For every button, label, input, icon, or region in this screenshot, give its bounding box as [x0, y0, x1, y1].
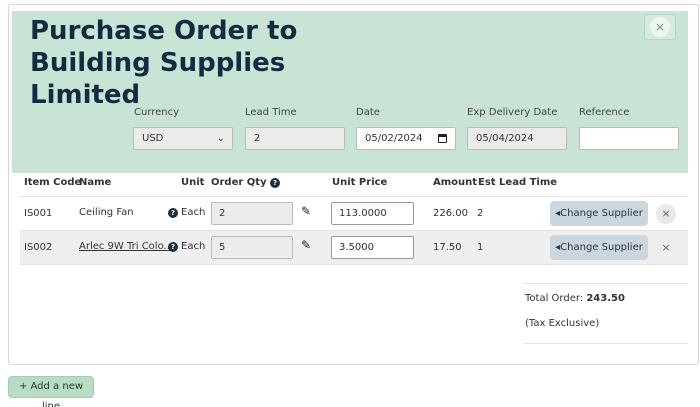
- item-unit: Each: [181, 241, 206, 252]
- item-amount: 17.50: [433, 242, 462, 253]
- reference-field[interactable]: [579, 127, 679, 150]
- currency-select[interactable]: USD ⌄: [133, 127, 233, 150]
- lead-time-label: Lead Time: [245, 107, 297, 118]
- help-icon[interactable]: ?: [168, 242, 178, 252]
- lead-time-field[interactable]: 2: [245, 127, 345, 150]
- close-button[interactable]: ×: [644, 14, 676, 40]
- col-amount: Amount: [433, 177, 478, 188]
- total-order-label: Total Order:: [525, 293, 584, 304]
- add-line-button[interactable]: + Add a new line: [8, 376, 94, 407]
- pencil-icon[interactable]: ✎: [301, 238, 311, 252]
- item-name: Ceiling Fan: [79, 207, 134, 218]
- total-order-value: 243.50: [586, 293, 625, 304]
- col-item-code: Item Code: [24, 177, 82, 188]
- currency-label: Currency: [134, 107, 180, 118]
- col-order-qty: Order Qty ?: [211, 177, 281, 188]
- item-unit: Each: [181, 207, 206, 218]
- table-row: IS001 Ceiling Fan ? Each 2 ✎ 113.0000 22…: [20, 197, 688, 230]
- col-order-qty-label: Order Qty: [211, 177, 267, 188]
- row-divider: [20, 264, 688, 265]
- order-qty-input[interactable]: 2: [211, 202, 293, 225]
- chevron-down-icon: ⌄: [216, 133, 225, 144]
- unit-price-input[interactable]: 113.0000: [331, 202, 414, 225]
- item-code: IS002: [24, 242, 53, 253]
- pencil-icon[interactable]: ✎: [301, 204, 311, 218]
- col-unit: Unit: [181, 177, 205, 188]
- table-row: IS002 Arlec 9W Tri Colo... ? Each 5 ✎ 3.…: [20, 231, 688, 264]
- date-value: 05/02/2024: [365, 133, 423, 144]
- item-name-link[interactable]: Arlec 9W Tri Colo...: [79, 241, 173, 252]
- totals-divider: [524, 343, 688, 344]
- reference-label: Reference: [579, 107, 630, 118]
- exp-delivery-label: Exp Delivery Date: [467, 107, 558, 118]
- tax-note: (Tax Exclusive): [525, 318, 600, 329]
- help-icon[interactable]: ?: [270, 178, 281, 188]
- calendar-icon[interactable]: [438, 134, 447, 143]
- change-supplier-button[interactable]: ◂Change Supplier: [550, 201, 648, 226]
- unit-price-input[interactable]: 3.5000: [331, 236, 414, 259]
- close-icon: ×: [650, 17, 670, 37]
- page-title: Purchase Order to Building Supplies Limi…: [30, 16, 298, 110]
- date-label: Date: [356, 107, 380, 118]
- date-field[interactable]: 05/02/2024: [356, 127, 456, 150]
- item-code: IS001: [24, 208, 53, 219]
- change-supplier-button[interactable]: ◂Change Supplier: [550, 235, 648, 260]
- col-unit-price: Unit Price: [332, 177, 388, 188]
- col-name: Name: [79, 177, 112, 188]
- currency-value: USD: [142, 133, 164, 144]
- order-qty-input[interactable]: 5: [211, 236, 293, 259]
- help-icon[interactable]: ?: [168, 208, 178, 218]
- exp-delivery-field[interactable]: 05/04/2024: [467, 127, 567, 150]
- item-lead-time: 2: [477, 208, 484, 219]
- col-est-lead-time: Est Lead Time: [478, 177, 558, 188]
- total-order: Total Order: 243.50: [525, 293, 625, 304]
- totals-divider: [524, 283, 688, 284]
- remove-line-button[interactable]: ×: [656, 238, 676, 258]
- remove-line-button[interactable]: ×: [656, 204, 676, 224]
- item-lead-time: 1: [477, 242, 484, 253]
- item-amount: 226.00: [433, 208, 468, 219]
